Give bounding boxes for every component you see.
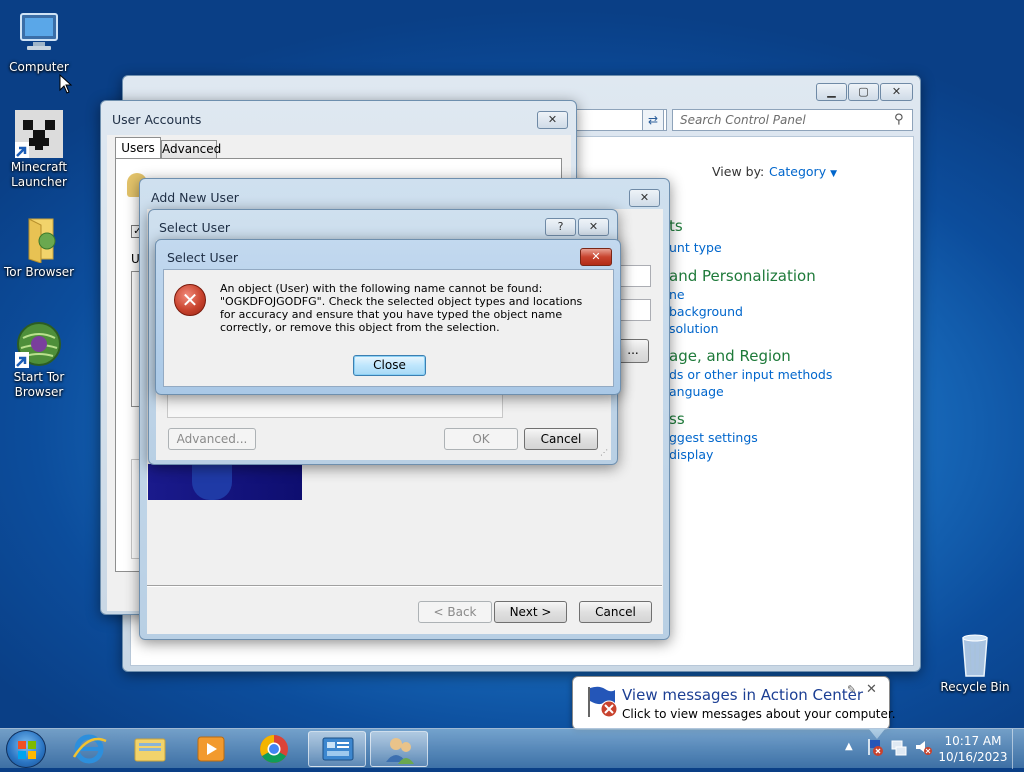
notification-body: Click to view messages about your comput… <box>622 707 896 721</box>
view-by-dropdown[interactable]: Category ▼ <box>769 164 837 179</box>
taskbar-file-explorer[interactable] <box>121 731 179 767</box>
browse-button[interactable]: ... <box>617 339 649 363</box>
close-dialog-button[interactable]: Close <box>353 355 426 376</box>
category-heading[interactable]: ts <box>669 217 683 235</box>
window-title: Select User <box>167 250 239 265</box>
tor-browser-icon <box>15 320 63 368</box>
desktop-icon-minecraft-launcher[interactable]: Minecraft Launcher <box>4 110 74 190</box>
window-title: Add New User <box>151 190 239 205</box>
error-icon: ✕ <box>174 284 206 316</box>
recycle-bin-icon <box>951 630 999 678</box>
folder-icon <box>134 738 166 762</box>
tab-advanced[interactable]: Advanced <box>161 140 221 159</box>
category-heading[interactable]: age, and Region <box>669 347 791 365</box>
close-button[interactable]: ✕ <box>629 189 660 207</box>
start-button[interactable] <box>6 730 46 768</box>
action-center-icon[interactable] <box>866 737 884 760</box>
desktop-icon-label: Start Tor Browser <box>13 370 65 399</box>
refresh-button[interactable]: ⇄ <box>642 109 664 131</box>
clock-date: 10/16/2023 <box>938 750 1008 764</box>
next-button[interactable]: Next > <box>494 601 567 623</box>
wizard-banner <box>148 464 302 500</box>
error-dialog-client: ✕ An object (User) with the following na… <box>163 269 614 387</box>
internet-explorer-icon <box>72 734 107 764</box>
taskbar-chrome[interactable] <box>245 731 303 767</box>
notification-title: View messages in Action Center <box>622 686 864 704</box>
window-title: User Accounts <box>112 112 202 127</box>
category-link[interactable]: background <box>669 304 743 319</box>
taskbar-control-panel[interactable] <box>308 731 366 767</box>
windows-logo-icon <box>18 741 36 759</box>
tab-label: Advanced <box>162 142 222 156</box>
mouse-cursor-icon <box>59 73 73 97</box>
category-link[interactable]: anguage <box>669 384 724 399</box>
action-center-notification[interactable]: View messages in Action Center Click to … <box>572 676 896 739</box>
desktop-icon-recycle-bin[interactable]: Recycle Bin <box>940 630 1010 695</box>
ok-button[interactable]: OK <box>444 428 518 450</box>
control-panel-icon <box>322 737 354 761</box>
window-title: Select User <box>159 220 231 235</box>
minecraft-launcher-icon <box>15 110 63 158</box>
cancel-button[interactable]: Cancel <box>579 601 652 623</box>
media-player-icon <box>197 736 225 762</box>
category-link[interactable]: solution <box>669 321 719 336</box>
close-button[interactable]: ✕ <box>537 111 568 129</box>
cancel-button[interactable]: Cancel <box>524 428 598 450</box>
category-heading[interactable]: and Personalization <box>669 267 816 285</box>
minimize-button[interactable]: ▁ <box>816 83 847 101</box>
taskbar-media-player[interactable] <box>182 731 240 767</box>
show-desktop-button[interactable] <box>1012 729 1024 769</box>
domain-field[interactable] <box>617 299 651 321</box>
view-by-value: Category <box>769 164 827 179</box>
error-message: An object (User) with the following name… <box>220 282 583 334</box>
search-box[interactable]: Search Control Panel ⚲ <box>672 109 913 131</box>
computer-icon <box>15 10 63 58</box>
desktop-icon-tor-browser[interactable]: Tor Browser <box>4 215 74 280</box>
refresh-icon: ⇄ <box>647 113 659 127</box>
separator <box>147 585 662 587</box>
advanced-button[interactable]: Advanced... <box>168 428 256 450</box>
clock[interactable]: 10:17 AM 10/16/2023 <box>938 733 1008 765</box>
chrome-icon <box>260 735 288 763</box>
chevron-down-icon: ▼ <box>830 169 838 179</box>
category-link[interactable]: ds or other input methods <box>669 367 832 382</box>
taskbar-user-accounts[interactable] <box>370 731 428 767</box>
category-heading[interactable]: ss <box>669 410 685 428</box>
action-center-flag-icon <box>585 685 619 722</box>
view-by-label: View by: <box>712 164 765 179</box>
show-hidden-icons-icon[interactable]: ▲ <box>845 741 853 752</box>
category-link[interactable]: ne <box>669 287 685 302</box>
close-icon[interactable]: ✕ <box>866 682 877 697</box>
tab-users[interactable]: Users <box>115 137 161 159</box>
close-button[interactable]: ✕ <box>580 248 612 266</box>
category-link[interactable]: unt type <box>669 240 722 255</box>
category-link[interactable]: ggest settings <box>669 430 758 445</box>
close-button[interactable]: ✕ <box>578 218 609 236</box>
help-button[interactable]: ? <box>545 218 576 236</box>
network-icon[interactable] <box>890 737 908 760</box>
maximize-button[interactable]: ▢ <box>848 83 879 101</box>
volume-muted-icon[interactable] <box>914 737 932 760</box>
taskbar: ▲ 10:17 AM 10/16/2023 <box>0 728 1024 769</box>
clock-time: 10:17 AM <box>944 734 1002 748</box>
desktop-icon-label: Tor Browser <box>4 265 75 279</box>
user-name-field[interactable] <box>617 265 651 287</box>
desktop-icon-computer[interactable]: Computer <box>4 10 74 75</box>
taskbar-internet-explorer[interactable] <box>60 731 118 767</box>
close-button[interactable]: ✕ <box>880 83 913 101</box>
desktop-icon-start-tor-browser[interactable]: Start Tor Browser <box>4 320 74 400</box>
desktop-icon-label: Computer <box>9 60 69 74</box>
desktop-icon-label: Recycle Bin <box>940 680 1010 694</box>
user-accounts-icon <box>386 738 414 764</box>
search-icon: ⚲ <box>894 112 904 127</box>
category-link[interactable]: display <box>669 447 713 462</box>
error-dialog: Select User ✕ ✕ An object (User) with th… <box>155 239 621 395</box>
resize-grip-icon[interactable]: ⋰ <box>600 448 608 457</box>
search-placeholder: Search Control Panel <box>680 113 806 127</box>
folder-icon <box>15 215 63 264</box>
back-button[interactable]: < Back <box>418 601 492 623</box>
wrench-icon[interactable]: ✎ <box>847 683 856 696</box>
tab-label: Users <box>121 141 155 155</box>
desktop-icon-label: Minecraft Launcher <box>10 160 68 189</box>
